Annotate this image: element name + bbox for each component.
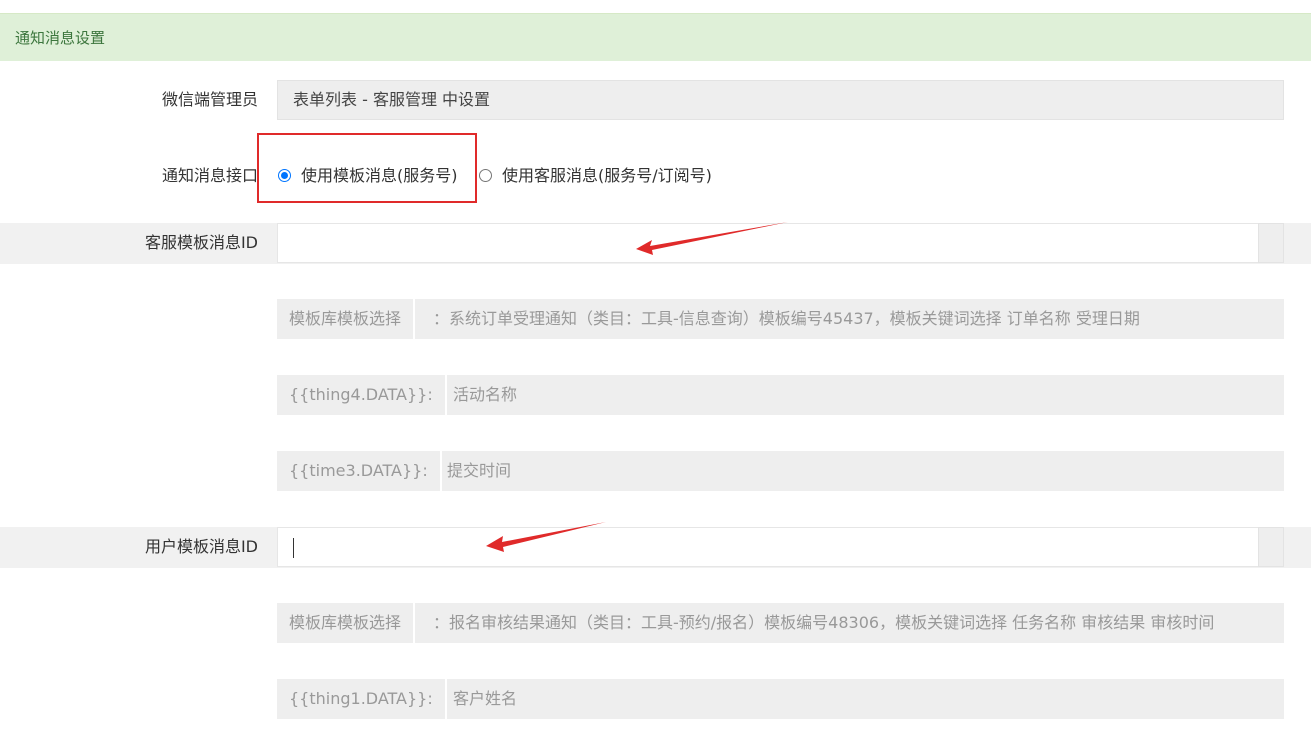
annotation-arrow-user-id bbox=[486, 522, 606, 552]
annotation-arrows bbox=[486, 222, 788, 552]
annotation-arrow-service-id bbox=[636, 222, 788, 255]
